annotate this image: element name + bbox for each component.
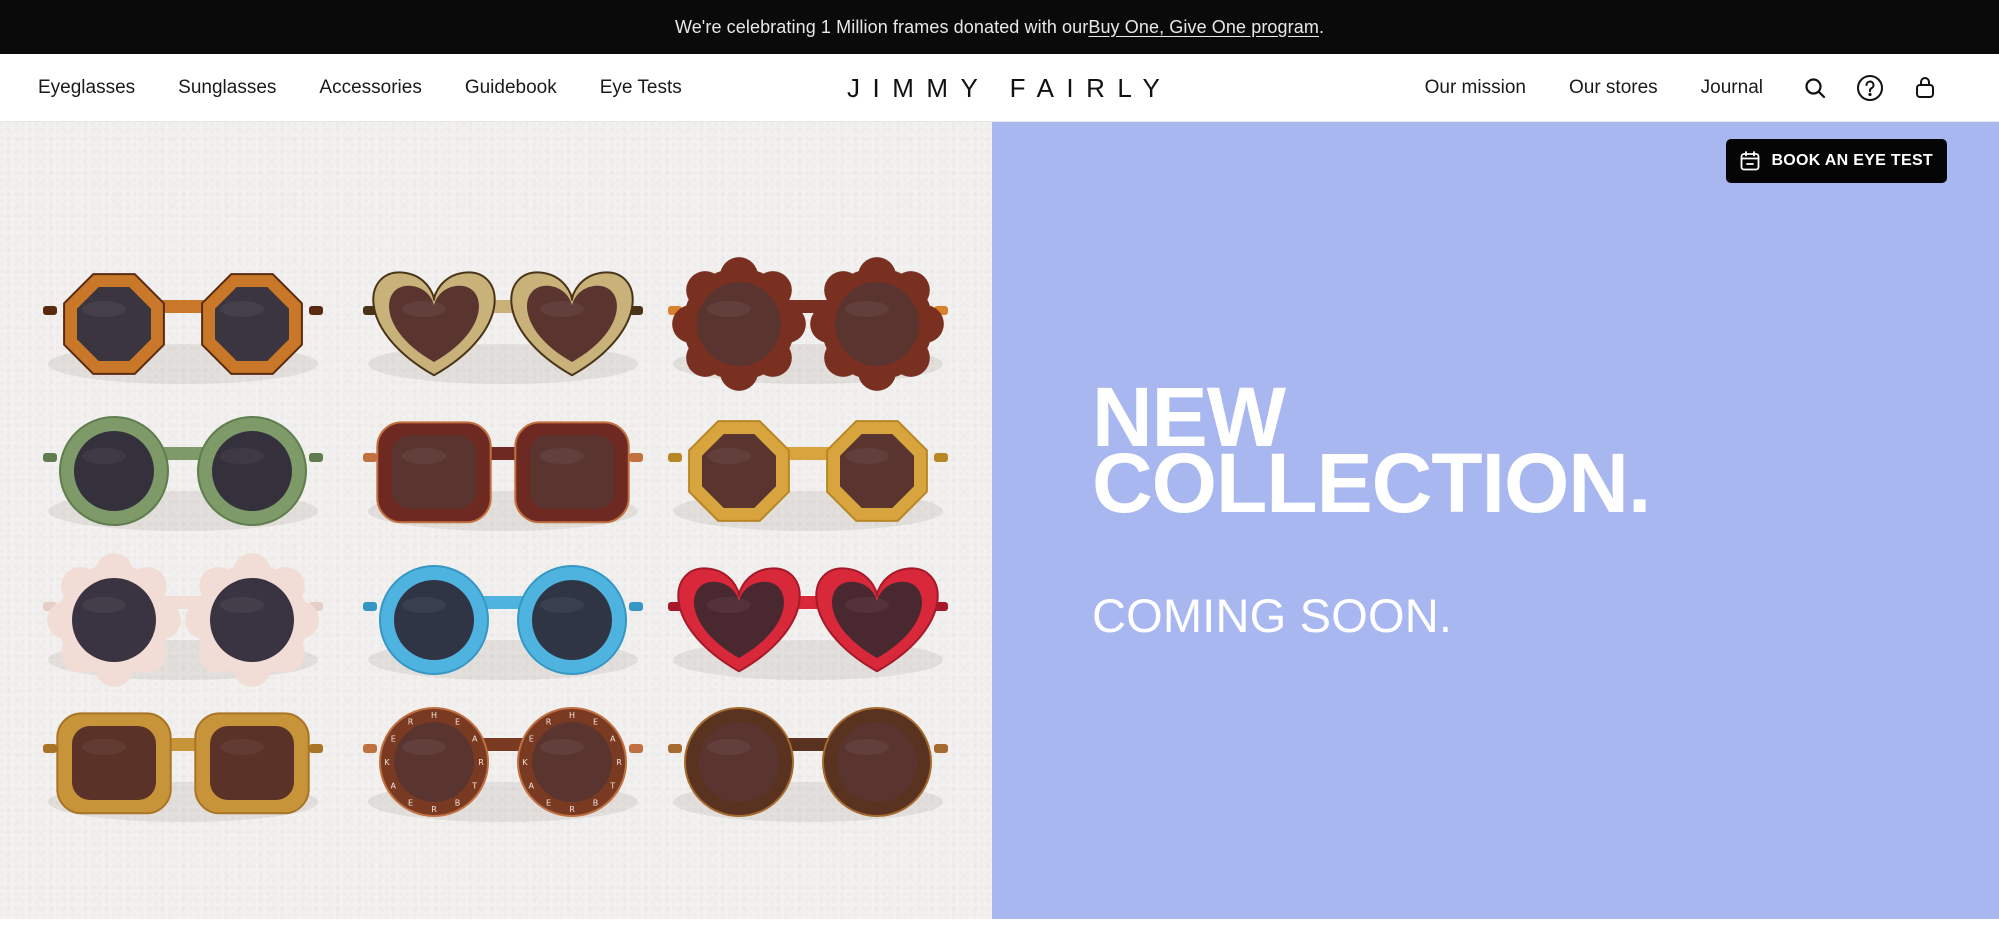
frame-letter: A [472,735,478,744]
sunglasses-12 [668,707,948,822]
frame-letter: E [546,799,551,808]
frame-letter: E [529,735,534,744]
frame-letter: R [616,758,622,767]
frame-letter: E [408,799,413,808]
sunglasses-6 [668,420,948,531]
frame-letter: B [593,799,599,808]
sunglasses-1 [43,273,323,384]
frame-letter: K [384,758,390,767]
nav-left-links: Eyeglasses Sunglasses Accessories Guideb… [38,54,682,122]
nav-link-eyeglasses[interactable]: Eyeglasses [38,77,135,99]
frame-letter: A [391,782,397,791]
frame-letter: R [546,717,552,726]
announcement-text: We're celebrating 1 Million frames donat… [674,16,1089,37]
cart-button[interactable] [1911,74,1939,102]
frame-letter: E [391,735,396,744]
help-button[interactable] [1856,74,1884,102]
headline-line-2: COLLECTION. [1092,436,1651,530]
frame-letter: R [569,805,575,814]
calendar-icon [1741,151,1760,171]
frame-letter: T [471,782,477,791]
sunglasses-11: H E A R T B R E A K E R H E A R T B R E A K E R [363,707,643,822]
main-nav: Eyeglasses Sunglasses Accessories Guideb… [0,54,1999,122]
frame-letter: H [431,711,437,720]
nav-link-eye-tests[interactable]: Eye Tests [600,77,682,99]
search-button[interactable] [1801,74,1829,102]
frame-letter: T [609,782,615,791]
sunglasses-8 [363,565,643,680]
sunglasses-9 [668,567,948,680]
sunglasses-illustration: H E A R T B R E A K E R H E A R T B R E A K E R [43,257,948,822]
hero-banner[interactable]: H E A R T B R E A K E R H E A R T B R E A K E R BOOK AN EYE TES… [0,122,1999,919]
frame-letter: H [569,711,575,720]
frame-letter: R [431,805,437,814]
shopping-bag-icon [1916,77,1934,98]
nav-link-our-stores[interactable]: Our stores [1569,77,1658,99]
book-eye-test-button[interactable]: BOOK AN EYE TEST [1726,139,1947,183]
frame-letter: E [455,717,460,726]
buy-one-give-one-link[interactable]: Buy One, Give One program [1088,17,1319,38]
sunglasses-7 [43,553,323,687]
frame-letter: R [478,758,484,767]
sunglasses-2 [363,271,643,384]
nav-link-accessories[interactable]: Accessories [319,77,421,99]
hero-headline: NEW COLLECTION. [1092,375,1651,530]
frame-letter: B [455,799,461,808]
announcement-bar: We're celebrating 1 Million frames donat… [0,0,1999,54]
frame-letter: K [522,758,528,767]
sunglasses-3 [668,257,948,391]
brand-logo[interactable]: JIMMY FAIRLY [847,54,1172,122]
nav-link-our-mission[interactable]: Our mission [1425,77,1526,99]
frame-letter: A [529,782,535,791]
announcement-suffix: . [1318,16,1325,37]
search-icon [1805,78,1826,99]
sunglasses-5 [363,421,643,531]
hero-subheadline: COMING SOON. [1092,589,1453,642]
book-eye-test-label: BOOK AN EYE TEST [1771,152,1933,169]
sunglasses-4 [43,416,323,531]
frame-letter: R [408,717,414,726]
frame-letter: E [593,717,598,726]
page-below-hero [0,919,1999,930]
sunglasses-collection-image: H E A R T B R E A K E R H E A R T B R E A K E R [0,122,992,919]
frame-letter: A [610,735,616,744]
sunglasses-10 [43,712,323,822]
nav-right-links: Our mission Our stores Journal [1425,54,1939,122]
help-icon [1857,75,1883,101]
nav-link-guidebook[interactable]: Guidebook [465,77,557,99]
nav-link-journal[interactable]: Journal [1701,77,1763,99]
nav-link-sunglasses[interactable]: Sunglasses [178,77,276,99]
